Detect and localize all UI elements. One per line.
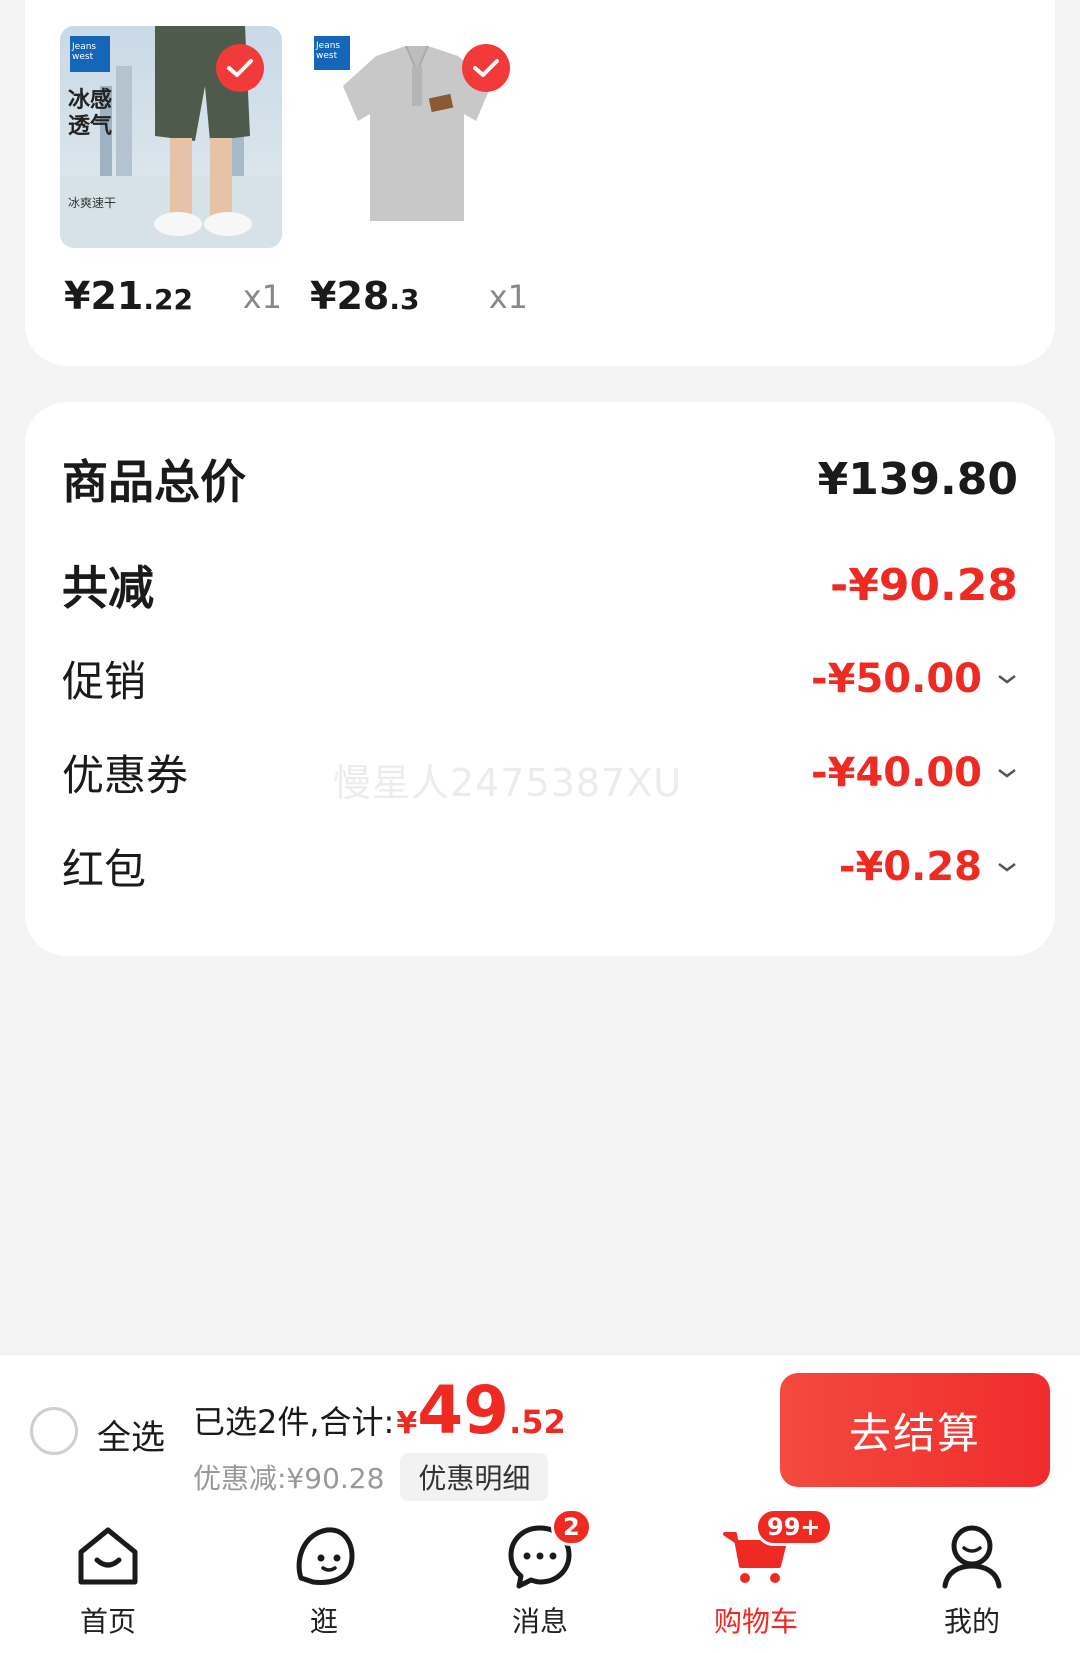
cart-badge: 99+: [755, 1508, 833, 1546]
red-packet-row[interactable]: 红包 -¥0.28: [62, 836, 1018, 897]
total-reduce-row: 共减 -¥90.28: [62, 552, 1018, 618]
product-thumbnail-polo[interactable]: Jeans west: [306, 26, 528, 248]
bottom-tab-bar: 首页 逛 2 消息 99+ 购物车 我的: [0, 1504, 1080, 1653]
thumb-caption-3: 冰爽速干: [68, 196, 117, 210]
coupon-value[interactable]: -¥40.00: [811, 750, 1018, 796]
promo-label: 促销: [62, 657, 147, 706]
selected-check-icon[interactable]: [462, 44, 510, 92]
red-packet-label: 红包: [62, 845, 147, 894]
tab-profile[interactable]: 我的: [902, 1520, 1042, 1640]
product-price: ¥21.22: [64, 274, 193, 318]
tab-label: 购物车: [713, 1605, 798, 1638]
home-icon: [73, 1520, 143, 1590]
checkout-bar: 全选 已选2件,合计: ¥ 49 .52 优惠减:¥90.28 优惠明细 去结算: [0, 1354, 1080, 1504]
total-currency: ¥: [396, 1406, 418, 1441]
thumb-caption-2: 透气: [68, 114, 113, 139]
tab-messages[interactable]: 2 消息: [470, 1508, 610, 1640]
selected-total: 已选2件,合计: ¥ 49 .52: [193, 1372, 566, 1449]
promo-value[interactable]: -¥50.00: [811, 656, 1018, 702]
tab-label: 首页: [79, 1605, 136, 1638]
product-item[interactable]: Jeans west ¥28.3 x1: [306, 26, 528, 324]
profile-icon: [937, 1520, 1007, 1590]
promo-row[interactable]: 促销 -¥50.00: [62, 648, 1018, 709]
product-thumbnail-shorts[interactable]: Jeans west 冰感 透气 冰爽速干: [60, 26, 282, 248]
total-price-row: 商品总价 ¥139.80: [62, 446, 1018, 512]
tab-label: 消息: [511, 1605, 568, 1638]
red-packet-value[interactable]: -¥0.28: [839, 844, 1018, 890]
chevron-down-icon[interactable]: [996, 856, 1018, 878]
tab-browse[interactable]: 逛: [254, 1520, 394, 1640]
selected-check-icon[interactable]: [216, 44, 264, 92]
total-decimal: .52: [509, 1403, 566, 1441]
message-badge: 2: [551, 1508, 592, 1546]
coupon-label: 优惠券: [62, 751, 189, 800]
total-integer: 49: [417, 1372, 510, 1449]
checkout-button[interactable]: 去结算: [780, 1373, 1050, 1487]
watermark-text: 慢星人2475387XU: [333, 761, 683, 805]
total-price-value: ¥139.80: [817, 453, 1018, 505]
chevron-down-icon[interactable]: [996, 668, 1018, 690]
chevron-down-icon[interactable]: [996, 762, 1018, 784]
tab-label: 我的: [943, 1605, 1000, 1638]
discount-line: 优惠减:¥90.28 优惠明细: [193, 1453, 549, 1501]
product-quantity: x1: [242, 278, 282, 316]
product-price: ¥28.3: [310, 274, 420, 318]
message-icon: 2: [505, 1508, 592, 1590]
product-quantity: x1: [488, 278, 528, 316]
brand-logo-text: Jeans west: [72, 42, 97, 62]
tab-cart[interactable]: 99+ 购物车: [686, 1508, 833, 1640]
discount-detail-button[interactable]: 优惠明细: [400, 1453, 549, 1501]
select-all-radio[interactable]: [30, 1407, 78, 1455]
browse-icon: [289, 1520, 359, 1590]
selected-count-text: 已选2件,合计:: [193, 1403, 395, 1441]
total-reduce-value: -¥90.28: [829, 559, 1018, 611]
cart-icon: 99+: [721, 1508, 833, 1590]
tab-home[interactable]: 首页: [38, 1520, 178, 1640]
tab-label: 逛: [309, 1605, 338, 1638]
product-item[interactable]: Jeans west 冰感 透气 冰爽速干 ¥21.22 x1: [60, 26, 282, 324]
total-price-label: 商品总价: [62, 455, 246, 509]
brand-logo-text: Jeans west: [316, 41, 341, 61]
total-reduce-label: 共减: [62, 561, 154, 615]
selected-products-card: Jeans west 冰感 透气 冰爽速干 ¥21.22 x1 Jeans we…: [25, 0, 1055, 366]
price-summary-card: 商品总价 ¥139.80 共减 -¥90.28 促销 -¥50.00 优惠券 -…: [25, 402, 1055, 956]
discount-text: 优惠减:¥90.28: [193, 1462, 385, 1495]
select-all-label[interactable]: 全选: [97, 1410, 165, 1459]
